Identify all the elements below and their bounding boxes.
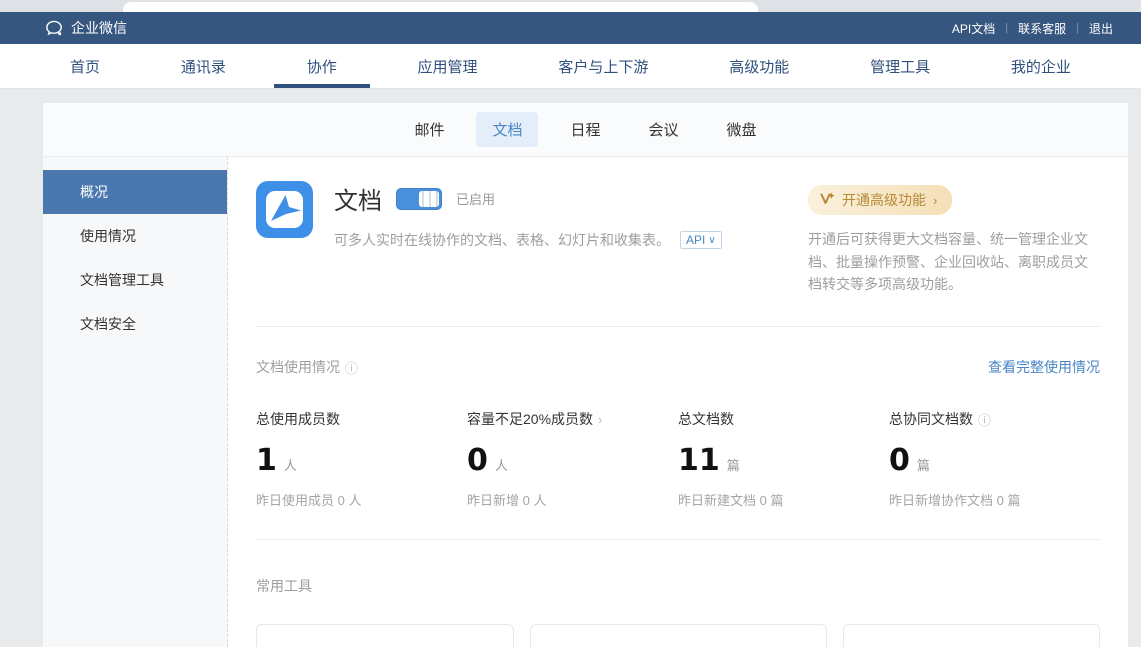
usage-stats: 总使用成员数 1 人 昨日使用成员 0 人 容量不足20%成员数 › 0 人: [256, 409, 1100, 509]
sidebar-item-doc-security[interactable]: 文档安全: [43, 302, 227, 346]
app-info: 文档 已启用 可多人实时在线协作的文档、表格、幻灯片和收集表。 API ∨: [313, 181, 808, 296]
usage-section-title: 文档使用情况: [256, 357, 340, 377]
brand-name: 企业微信: [71, 18, 127, 38]
stat-collab-docs: 总协同文档数 ⓘ 0 篇 昨日新增协作文档 0 篇: [889, 409, 1100, 509]
sidebar-item-doc-tools[interactable]: 文档管理工具: [43, 258, 227, 302]
browser-strip: [0, 0, 1141, 12]
sidebar-item-overview[interactable]: 概况: [43, 170, 227, 214]
stat-label: 容量不足20%成员数: [467, 409, 593, 429]
divider: [256, 326, 1100, 327]
stat-total-members: 总使用成员数 1 人 昨日使用成员 0 人: [256, 409, 467, 509]
collab-tabs: 邮件 文档 日程 会议 微盘: [43, 103, 1128, 157]
stat-unit: 人: [495, 455, 508, 474]
premium-description: 开通后可获得更大文档容量、统一管理企业文档、批量操作预警、企业回收站、离职成员文…: [808, 228, 1100, 296]
nav-item-advanced-features[interactable]: 高级功能: [721, 44, 797, 88]
stat-sub: 昨日新增协作文档 0 篇: [889, 490, 1100, 509]
tools-cards: 权限设置 设置企业内外的访问权限 水印设置 为企业内文档开启水印，数据泄露事件可…: [256, 624, 1100, 647]
divider: [256, 539, 1100, 540]
docs-app-icon: [256, 181, 313, 238]
stat-low-capacity-members: 容量不足20%成员数 › 0 人 昨日新增 0 人: [467, 409, 678, 509]
tool-card-permissions[interactable]: 权限设置 设置企业内外的访问权限: [256, 624, 514, 647]
tab-meeting[interactable]: 会议: [633, 112, 695, 147]
nav-item-contacts[interactable]: 通讯录: [173, 44, 234, 88]
topbar: 企业微信 API文档 | 联系客服 | 退出: [0, 12, 1141, 44]
browser-tab: [123, 2, 758, 12]
tab-mail[interactable]: 邮件: [398, 112, 460, 147]
topbar-links: API文档 | 联系客服 | 退出: [942, 20, 1123, 37]
tab-docs[interactable]: 文档: [476, 112, 538, 147]
contact-support-link[interactable]: 联系客服: [1008, 20, 1076, 37]
premium-label: 开通高级功能: [842, 190, 926, 210]
main-pane: 文档 已启用 可多人实时在线协作的文档、表格、幻灯片和收集表。 API ∨: [228, 157, 1128, 647]
stat-total-docs: 总文档数 11 篇 昨日新建文档 0 篇: [678, 409, 889, 509]
info-icon[interactable]: ⓘ: [345, 358, 358, 377]
app-header: 文档 已启用 可多人实时在线协作的文档、表格、幻灯片和收集表。 API ∨: [256, 181, 1100, 296]
tool-card-watermark[interactable]: 水印设置 为企业内文档开启水印，数据泄露事件可追: [530, 624, 827, 647]
stat-value: 0: [467, 443, 488, 478]
stat-value: 0: [889, 443, 910, 478]
stat-sub: 昨日使用成员 0 人: [256, 490, 467, 509]
stat-label: 总文档数: [678, 409, 734, 429]
premium-panel: 开通高级功能 › 开通后可获得更大文档容量、统一管理企业文档、批量操作预警、企业…: [808, 181, 1100, 296]
premium-icon: [820, 192, 835, 208]
chevron-down-icon: ∨: [708, 235, 715, 246]
nav-item-collaboration[interactable]: 协作: [299, 44, 345, 88]
stat-unit: 人: [284, 455, 297, 474]
tools-section-title: 常用工具: [256, 576, 1100, 596]
tool-card-external-docs[interactable]: 对外文档管理 查看和管理允许企业外访问的文档: [843, 624, 1101, 647]
info-icon[interactable]: ⓘ: [978, 410, 991, 429]
sidebar-item-usage[interactable]: 使用情况: [43, 214, 227, 258]
toggle-handle: [419, 191, 439, 207]
chevron-right-icon: ›: [933, 193, 937, 208]
stat-unit: 篇: [917, 455, 930, 474]
main-nav: 首页 通讯录 协作 应用管理 客户与上下游 高级功能 管理工具 我的企业: [0, 44, 1141, 89]
tab-drive[interactable]: 微盘: [711, 112, 773, 147]
logout-link[interactable]: 退出: [1079, 20, 1123, 37]
content-panel: 邮件 文档 日程 会议 微盘 概况 使用情况 文档管理工具 文档安全: [43, 103, 1128, 647]
api-docs-link[interactable]: API文档: [942, 20, 1005, 37]
nav-item-app-management[interactable]: 应用管理: [410, 44, 486, 88]
api-dropdown[interactable]: API ∨: [680, 231, 722, 249]
view-full-usage-link[interactable]: 查看完整使用情况: [988, 357, 1100, 377]
brand: 企业微信: [45, 18, 127, 38]
status-label: 已启用: [456, 189, 495, 208]
tab-calendar[interactable]: 日程: [554, 112, 616, 147]
chevron-right-icon[interactable]: ›: [598, 412, 602, 427]
nav-item-home[interactable]: 首页: [62, 44, 108, 88]
usage-section-head: 文档使用情况 ⓘ 查看完整使用情况: [256, 357, 1100, 377]
stat-value: 11: [678, 443, 720, 478]
stat-sub: 昨日新建文档 0 篇: [678, 490, 889, 509]
stat-label: 总使用成员数: [256, 409, 340, 429]
stat-unit: 篇: [727, 455, 740, 474]
wecom-logo-icon: [45, 20, 64, 37]
api-label: API: [686, 233, 705, 247]
app-title: 文档: [334, 181, 382, 216]
nav-item-admin-tools[interactable]: 管理工具: [862, 44, 938, 88]
stat-sub: 昨日新增 0 人: [467, 490, 678, 509]
stat-label: 总协同文档数: [889, 409, 973, 429]
nav-item-my-company[interactable]: 我的企业: [1003, 44, 1079, 88]
enable-toggle[interactable]: [396, 188, 442, 210]
stat-value: 1: [256, 443, 277, 478]
nav-item-customers[interactable]: 客户与上下游: [550, 44, 656, 88]
sidebar: 概况 使用情况 文档管理工具 文档安全: [43, 157, 228, 647]
app-description: 可多人实时在线协作的文档、表格、幻灯片和收集表。: [334, 230, 670, 250]
upgrade-premium-button[interactable]: 开通高级功能 ›: [808, 185, 952, 215]
